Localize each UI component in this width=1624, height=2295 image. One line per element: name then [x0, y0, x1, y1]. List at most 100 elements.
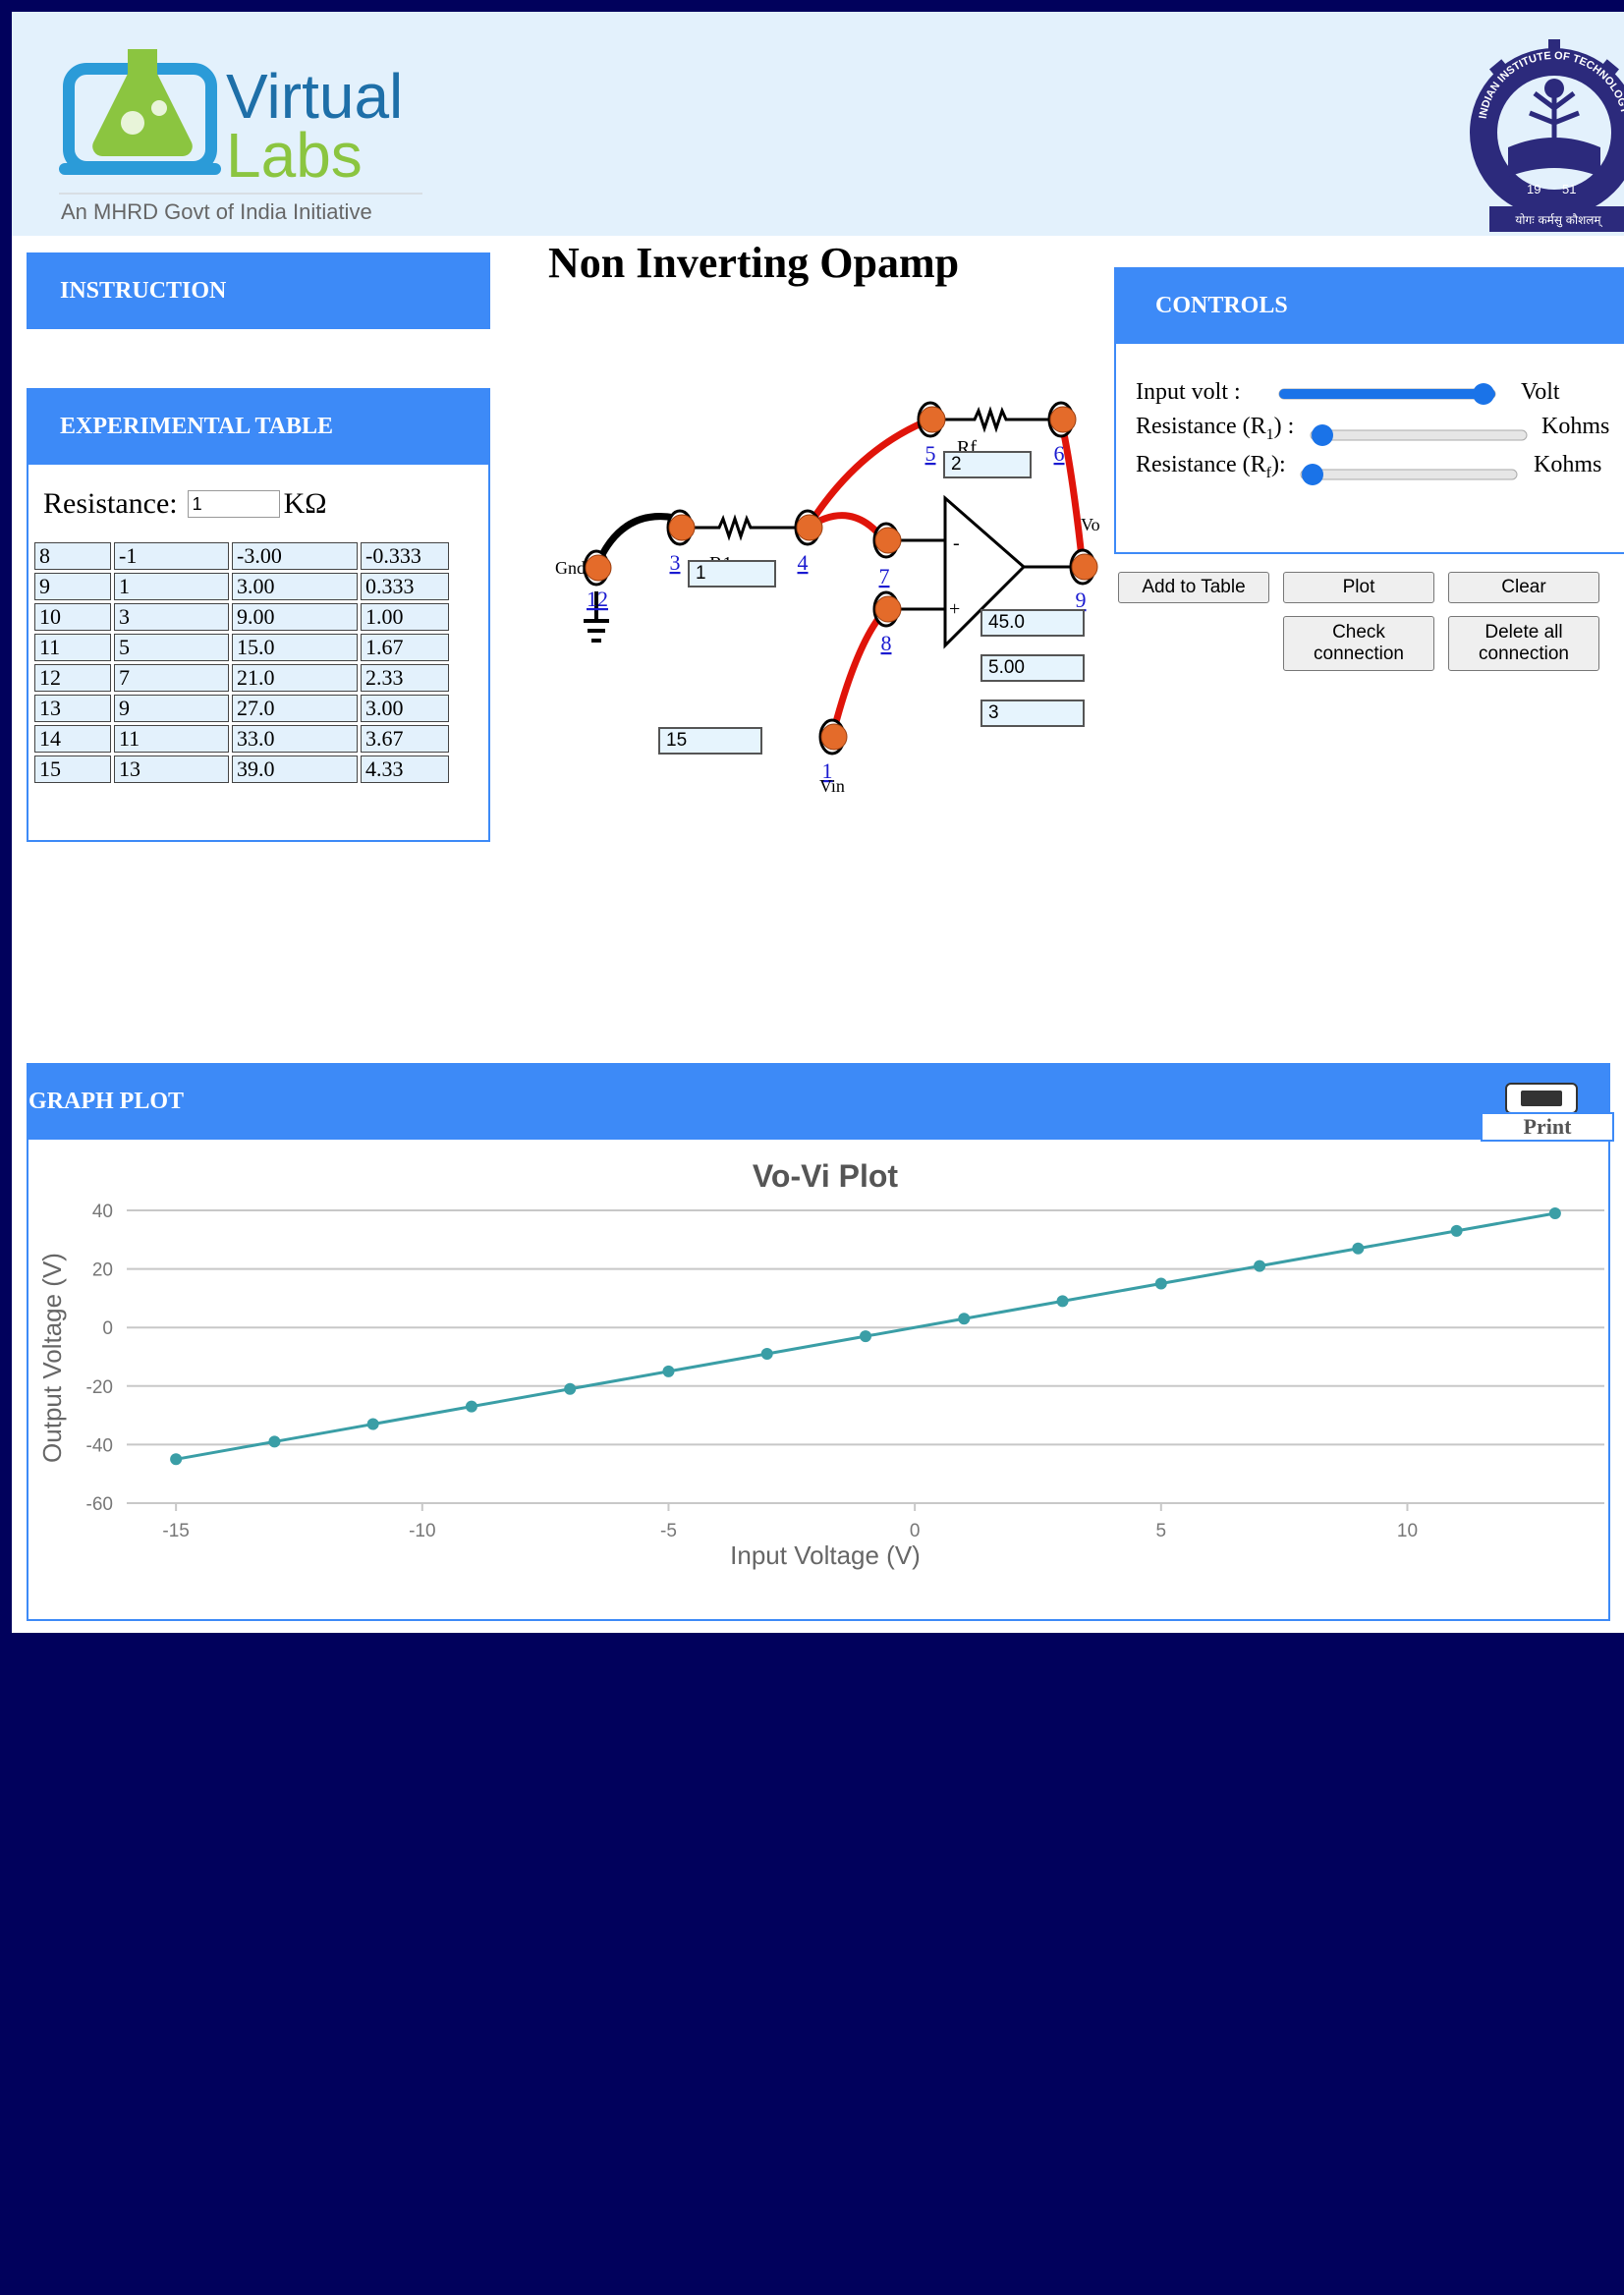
print-button[interactable]: Print: [1481, 1112, 1614, 1142]
emblem-year-left: 19: [1527, 182, 1540, 196]
r1-slider[interactable]: [1307, 420, 1533, 450]
iit-emblem: INDIAN INSTITUTE OF TECHNOLOGY 19 51 योग…: [1470, 39, 1624, 232]
emblem-motto: योगः कर्मसु कौशलम्: [1515, 213, 1602, 228]
table-row: 10 3 9.00 1.00: [34, 603, 449, 631]
opamp-minus: -: [953, 532, 960, 554]
terminal-node-9[interactable]: [1071, 553, 1098, 581]
data-point: [170, 1453, 183, 1466]
x-tick-label: 0: [910, 1521, 921, 1541]
clear-button[interactable]: Clear: [1448, 572, 1599, 603]
left-dark-edge: [0, 601, 12, 1633]
page-title: Non Inverting Opamp: [548, 239, 960, 287]
table-cell: 11: [114, 725, 229, 753]
data-point: [1056, 1295, 1069, 1308]
table-cell: -3.00: [232, 542, 358, 570]
table-cell: 9: [114, 695, 229, 722]
virtual-labs-logo: Virtual Labs An MHRD Govt of India Initi…: [59, 49, 422, 224]
r1-resistance-label: Resistance (R1) :: [1136, 414, 1295, 443]
terminal-node-8[interactable]: [874, 595, 902, 623]
table-cell: 12: [34, 664, 111, 692]
terminal-node-6[interactable]: [1049, 406, 1077, 433]
table-cell: 10: [34, 603, 111, 631]
delete-all-connection-button[interactable]: Delete all connection: [1448, 616, 1599, 671]
table-cell: 3.00: [232, 573, 358, 600]
wire-4-5[interactable]: [805, 416, 932, 530]
data-point: [860, 1330, 871, 1343]
resistance-input[interactable]: [187, 490, 280, 518]
experimental-table-header: EXPERIMENTAL TABLE: [27, 388, 490, 465]
terminal-label-4[interactable]: 4: [798, 550, 809, 575]
printer-icon[interactable]: [1505, 1083, 1578, 1114]
table-cell: 9: [34, 573, 111, 600]
rf-value-input[interactable]: 2: [943, 451, 1032, 478]
x-axis-label: Input Voltage (V): [730, 1540, 921, 1570]
opamp-plus: +: [949, 598, 960, 620]
vo-vi-chart: Vo-Vi Plot -60 -40 -20 0 20 40 -15 -10 -5 0 5 10 I…: [37, 1158, 1604, 1570]
terminal-node-5[interactable]: [919, 406, 946, 433]
logo-tagline: An MHRD Govt of India Initiative: [61, 199, 372, 224]
x-tick-label: -10: [409, 1521, 435, 1541]
table-row: 12 7 21.0 2.33: [34, 664, 449, 692]
table-cell: 13: [114, 756, 229, 783]
x-tick-label: 10: [1397, 1521, 1418, 1541]
terminal-label-8[interactable]: 8: [881, 631, 892, 655]
table-cell: 1.00: [361, 603, 449, 631]
rf-unit: Kohms: [1534, 452, 1602, 477]
table-cell: 3.00: [361, 695, 449, 722]
table-cell: 5: [114, 634, 229, 661]
terminal-label-7[interactable]: 7: [879, 564, 890, 588]
data-point: [465, 1400, 477, 1413]
instruction-button[interactable]: INSTRUCTION: [27, 252, 490, 329]
terminal-node-3[interactable]: [668, 514, 696, 541]
check-connection-button[interactable]: Check connection: [1283, 616, 1434, 671]
table-cell: 15.0: [232, 634, 358, 661]
input-volt-slider[interactable]: [1275, 379, 1501, 409]
rf-r1-ratio-display: 3: [980, 700, 1085, 727]
table-cell: 14: [34, 725, 111, 753]
graph-header: GRAPH PLOT: [27, 1063, 1610, 1140]
terminal-label-6[interactable]: 6: [1054, 441, 1065, 466]
table-cell: 3.67: [361, 725, 449, 753]
r1-value-input[interactable]: 1: [688, 560, 776, 588]
y-tick-label: -40: [86, 1435, 113, 1456]
table-cell: 33.0: [232, 725, 358, 753]
table-cell: 7: [114, 664, 229, 692]
terminal-node-7[interactable]: [874, 527, 902, 554]
vin-label: Vin: [819, 776, 845, 796]
x-tick-label: -15: [162, 1521, 189, 1541]
terminal-node-4[interactable]: [796, 514, 823, 541]
plot-button[interactable]: Plot: [1283, 572, 1434, 603]
terminal-node-12[interactable]: [585, 554, 612, 582]
vin-value-input[interactable]: 15: [658, 727, 762, 755]
data-point: [1254, 1259, 1266, 1272]
terminal-label-12[interactable]: 12: [587, 587, 608, 611]
table-cell: 4.33: [361, 756, 449, 783]
data-point: [662, 1365, 675, 1377]
terminal-label-5[interactable]: 5: [925, 441, 936, 466]
experimental-table: 8 -1 -3.00 -0.333 9 1 3.00 0.333 10 3 9.00 1.00 11 5 1…: [31, 539, 452, 786]
data-point: [366, 1418, 379, 1430]
wire-8-1[interactable]: [828, 606, 889, 738]
data-point: [268, 1435, 281, 1448]
table-cell: 1: [114, 573, 229, 600]
add-to-table-button[interactable]: Add to Table: [1118, 572, 1269, 603]
resistance-label: Resistance:: [43, 487, 178, 520]
input-volt-label: Input volt :: [1136, 379, 1241, 405]
data-point: [1154, 1277, 1167, 1290]
table-row: 9 1 3.00 0.333: [34, 573, 449, 600]
gnd-label: Gnd: [555, 558, 586, 578]
y-tick-label: -60: [86, 1494, 113, 1515]
table-row: 15 13 39.0 4.33: [34, 756, 449, 783]
resistance-field-group: Resistance: KΩ: [43, 487, 327, 521]
table-cell: 8: [34, 542, 111, 570]
y-tick-label: -20: [86, 1377, 113, 1398]
rf-slider[interactable]: [1297, 460, 1523, 489]
vo-label: Vo: [1081, 515, 1100, 534]
table-cell: 3: [114, 603, 229, 631]
table-row: 11 5 15.0 1.67: [34, 634, 449, 661]
terminal-node-1[interactable]: [820, 723, 848, 751]
data-point: [1450, 1224, 1463, 1237]
data-point: [760, 1348, 773, 1361]
terminal-label-3[interactable]: 3: [670, 550, 681, 575]
resistor-rf: [930, 406, 1058, 433]
